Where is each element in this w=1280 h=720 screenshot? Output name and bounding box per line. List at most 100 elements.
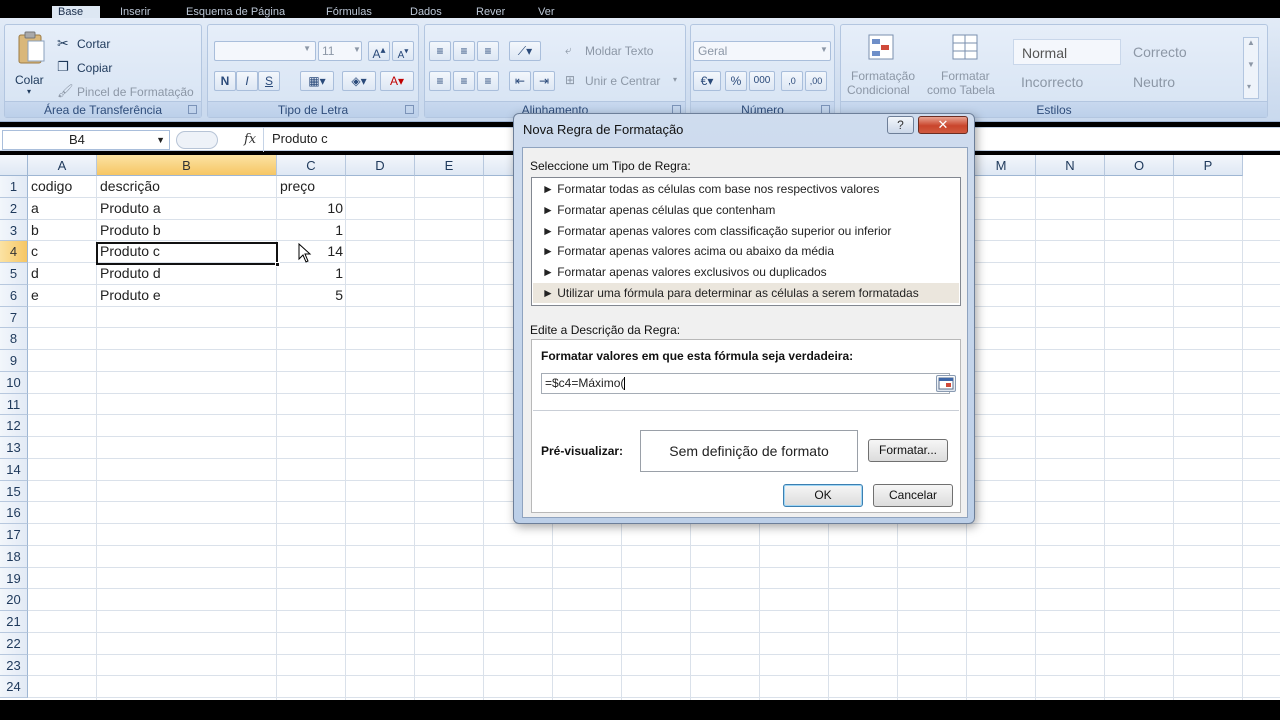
rule-type-item[interactable]: ► Formatar apenas valores exclusivos ou … (533, 262, 959, 282)
column-header-o[interactable]: O (1105, 155, 1174, 176)
row-header-9[interactable]: 9 (0, 350, 28, 372)
column-header-m[interactable]: M (967, 155, 1036, 176)
italic-button[interactable]: I (236, 71, 258, 91)
row-header-12[interactable]: 12 (0, 415, 28, 437)
cell-codigo[interactable]: b (28, 220, 97, 242)
merge-center-button[interactable]: ⊞ Unir e Centrar ▾ (565, 73, 683, 91)
row-header-15[interactable]: 15 (0, 480, 28, 503)
paste-button[interactable]: Colar ▾ (11, 29, 51, 99)
row-header-10[interactable]: 10 (0, 371, 28, 394)
close-button[interactable]: ✕ (918, 116, 968, 134)
cell-descricao[interactable]: Produto e (97, 285, 277, 307)
tab-data[interactable]: Dados (410, 6, 442, 18)
row-header-7[interactable]: 7 (0, 306, 28, 329)
column-header-e[interactable]: E (415, 155, 484, 176)
currency-button[interactable]: €▾ (693, 71, 721, 91)
number-format-select[interactable]: Geral ▼ (693, 41, 831, 61)
fill-handle[interactable] (275, 262, 280, 267)
align-middle-button[interactable]: ≡ (453, 41, 475, 61)
row-header-8[interactable]: 8 (0, 328, 28, 350)
row-header-5[interactable]: 5 (0, 263, 28, 285)
shrink-font-button[interactable]: A▾ (392, 41, 414, 61)
column-header-p[interactable]: P (1174, 155, 1243, 176)
decrease-indent-button[interactable]: ⇤ (509, 71, 531, 91)
row-header-22[interactable]: 22 (0, 632, 28, 655)
tab-formulas[interactable]: Fórmulas (326, 6, 372, 18)
column-header-d[interactable]: D (346, 155, 415, 176)
select-all-corner[interactable] (0, 155, 28, 176)
tab-base[interactable]: Base (52, 6, 100, 18)
row-header-2[interactable]: 2 (0, 197, 28, 220)
row-header-14[interactable]: 14 (0, 458, 28, 481)
active-cell-b4[interactable] (96, 242, 280, 267)
cell-preco[interactable]: 10 (277, 198, 346, 220)
format-painter-button[interactable]: 🖌 Pincel de Formatação (57, 83, 201, 101)
style-incorrect[interactable]: Incorrecto (1013, 69, 1121, 95)
orientation-button[interactable]: ⟋▾ (509, 41, 541, 61)
font-color-button[interactable]: A▾ (380, 71, 414, 91)
row-header-3[interactable]: 3 (0, 219, 28, 242)
column-header-a[interactable]: A (28, 155, 97, 176)
help-button[interactable]: ? (887, 116, 914, 134)
column-header-c[interactable]: C (277, 155, 346, 176)
row-header-16[interactable]: 16 (0, 502, 28, 524)
cut-button[interactable]: ✂ Cortar (57, 35, 137, 53)
copy-button[interactable]: ❐ Copiar (57, 59, 137, 77)
underline-button[interactable]: S (258, 71, 280, 91)
row-header-13[interactable]: 13 (0, 437, 28, 459)
style-normal[interactable]: Normal (1013, 39, 1121, 65)
font-launcher-icon[interactable] (405, 105, 414, 114)
tab-view[interactable]: Ver (538, 6, 555, 18)
styles-scroll[interactable]: ▲ ▼ ▾ (1243, 37, 1259, 99)
grow-font-button[interactable]: A▴ (368, 41, 390, 61)
fill-color-button[interactable]: ◈▾ (342, 71, 376, 91)
row-header-6[interactable]: 6 (0, 284, 28, 307)
insert-function-icon[interactable]: fx (244, 132, 256, 147)
rule-type-item[interactable]: ► Formatar apenas valores acima ou abaix… (533, 241, 959, 261)
rule-type-item-selected[interactable]: ► Utilizar uma fórmula para determinar a… (533, 283, 959, 303)
align-top-button[interactable]: ≡ (429, 41, 451, 61)
cell-codigo[interactable]: e (28, 285, 97, 307)
column-header-n[interactable]: N (1036, 155, 1105, 176)
rule-type-list[interactable]: ► Formatar todas as células com base nos… (531, 177, 961, 306)
percent-button[interactable]: % (725, 71, 747, 91)
cancel-button[interactable]: Cancelar (873, 484, 953, 507)
wrap-text-button[interactable]: ⤶ Moldar Texto (565, 43, 675, 61)
decrease-decimal-button[interactable]: ,00 (805, 71, 827, 91)
cell-header-preco[interactable]: preço (277, 176, 346, 198)
column-header-b[interactable]: B (97, 155, 277, 176)
cell-preco[interactable]: 5 (277, 285, 346, 307)
align-left-button[interactable]: ≡ (429, 71, 451, 91)
row-header-4[interactable]: 4 (0, 241, 28, 263)
rule-type-item[interactable]: ► Formatar apenas células que contenham (533, 200, 959, 220)
format-button[interactable]: Formatar... (868, 439, 948, 462)
row-header-24[interactable]: 24 (0, 676, 28, 698)
cell-descricao[interactable]: Produto a (97, 198, 277, 220)
formula-input[interactable]: =$c4=Máximo( (541, 373, 956, 394)
tab-insert[interactable]: Inserir (120, 6, 151, 18)
formula-content[interactable]: Produto c (272, 131, 328, 146)
align-center-button[interactable]: ≡ (453, 71, 475, 91)
cell-codigo[interactable]: d (28, 263, 97, 285)
formula-bar-grip[interactable] (176, 131, 218, 149)
row-header-19[interactable]: 19 (0, 567, 28, 590)
collapse-dialog-button[interactable] (936, 375, 956, 392)
clipboard-launcher-icon[interactable] (188, 105, 197, 114)
row-header-18[interactable]: 18 (0, 545, 28, 568)
increase-decimal-button[interactable]: ,0 (781, 71, 803, 91)
borders-button[interactable]: ▦▾ (300, 71, 334, 91)
row-header-20[interactable]: 20 (0, 589, 28, 611)
cell-preco[interactable]: 1 (277, 263, 346, 285)
style-correct[interactable]: Correcto (1125, 39, 1237, 65)
rule-type-item[interactable]: ► Formatar todas as células com base nos… (533, 179, 959, 199)
cell-preco[interactable]: 1 (277, 220, 346, 242)
row-header-21[interactable]: 21 (0, 611, 28, 633)
bold-button[interactable]: N (214, 71, 236, 91)
cell-codigo[interactable]: c (28, 241, 97, 263)
row-header-11[interactable]: 11 (0, 393, 28, 416)
cell-header-codigo[interactable]: codigo (28, 176, 97, 198)
row-header-23[interactable]: 23 (0, 654, 28, 677)
format-as-table-button[interactable]: Formatar como Tabela (925, 29, 1007, 99)
conditional-formatting-button[interactable]: Formatação Condicional (843, 29, 923, 99)
row-header-1[interactable]: 1 (0, 176, 28, 198)
